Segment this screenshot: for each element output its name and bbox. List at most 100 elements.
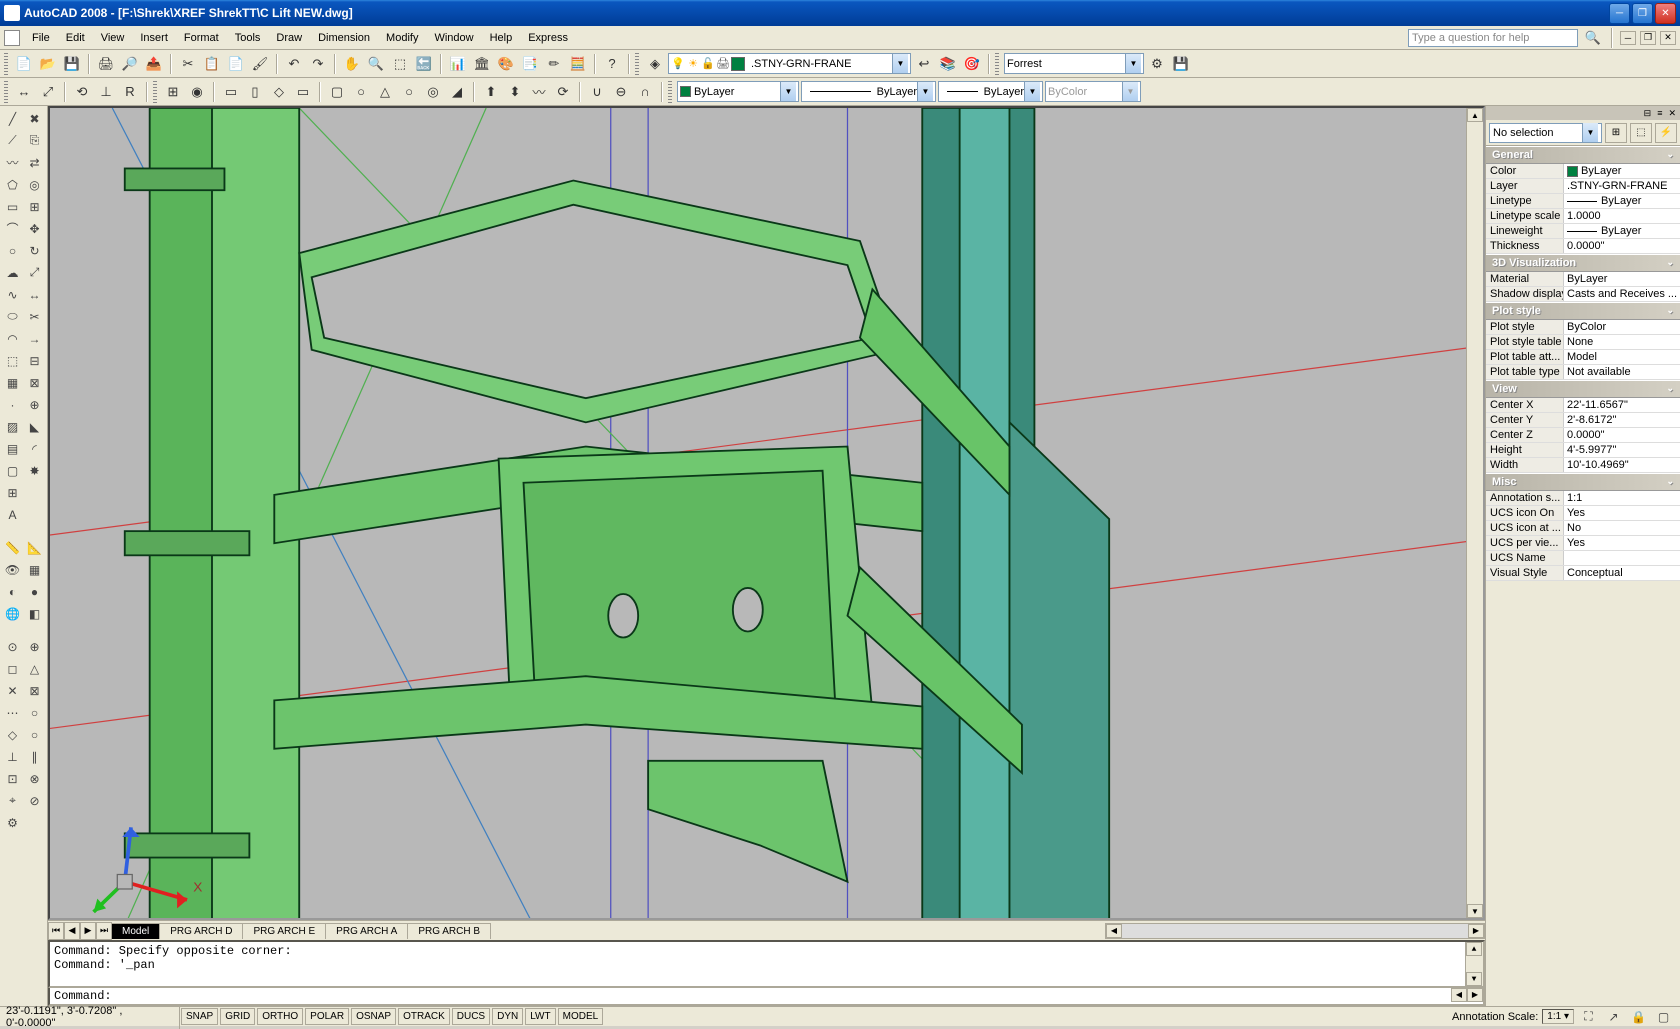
calculator-icon[interactable]: 🧮 [567, 53, 589, 75]
dropdown-arrow-icon[interactable]: ▼ [892, 54, 908, 73]
hatch-icon[interactable]: ▨ [2, 416, 23, 437]
snap-insert-icon[interactable]: ⊡ [2, 768, 23, 789]
close-button[interactable]: ✕ [1655, 3, 1676, 24]
point-icon[interactable]: · [2, 394, 23, 415]
command-window[interactable]: Command: Specify opposite corner: Comman… [48, 940, 1485, 988]
search-icon[interactable]: 🔍 [1582, 27, 1604, 49]
menu-file[interactable]: File [24, 29, 58, 47]
toolbar-grip[interactable] [635, 53, 639, 75]
prop-value-ucsicon[interactable]: Yes [1564, 506, 1680, 520]
scroll-right-icon[interactable]: ▶ [1468, 924, 1484, 938]
otrack-toggle[interactable]: OTRACK [398, 1008, 450, 1025]
toolbar-grip[interactable] [4, 81, 8, 103]
dropdown-arrow-icon[interactable]: ▼ [917, 82, 933, 101]
plotstyle-dropdown[interactable]: ByColor ▼ [1045, 81, 1141, 102]
layout-tab-model[interactable]: Model [112, 923, 160, 939]
prop-value-centerx[interactable]: 22'-11.6567" [1564, 398, 1680, 412]
open-icon[interactable]: 📂 [37, 53, 59, 75]
help-icon[interactable]: ? [601, 53, 623, 75]
properties-icon[interactable]: 📊 [447, 53, 469, 75]
fillet-icon[interactable]: ◜ [24, 438, 45, 459]
scroll-left-icon[interactable]: ◀ [1451, 988, 1467, 1002]
join-icon[interactable]: ⊕ [24, 394, 45, 415]
scroll-up-icon[interactable]: ▲ [1467, 108, 1483, 122]
publish-icon[interactable]: 📤 [143, 53, 165, 75]
prop-value-height[interactable]: 4'-5.9977" [1564, 443, 1680, 457]
chamfer-icon[interactable]: ◣ [24, 416, 45, 437]
copy-object-icon[interactable]: ⎘ [24, 130, 45, 151]
dropdown-arrow-icon[interactable]: ▼ [1582, 123, 1598, 142]
linetype-dropdown[interactable]: ByLayer ▼ [801, 81, 936, 102]
prop-value-plotstyle[interactable]: ByColor [1564, 320, 1680, 334]
snap-none-icon[interactable]: ⊘ [24, 790, 45, 811]
snap-parallel-icon[interactable]: ∥ [24, 746, 45, 767]
prop-value-lineweight[interactable]: ByLayer [1564, 224, 1680, 238]
menu-view[interactable]: View [93, 29, 133, 47]
solid-torus-icon[interactable]: ◎ [422, 81, 444, 103]
snap-center-icon[interactable]: ○ [24, 702, 45, 723]
section-plot-style[interactable]: Plot style⌄ [1486, 302, 1680, 320]
rectangle-icon[interactable]: ▭ [2, 196, 23, 217]
make-block-icon[interactable]: ▦ [2, 372, 23, 393]
menu-help[interactable]: Help [482, 29, 521, 47]
break-icon[interactable]: ⊠ [24, 372, 45, 393]
layout-tab[interactable]: PRG ARCH D [160, 923, 243, 939]
prop-value-plottableatt[interactable]: Model [1564, 350, 1680, 364]
section-misc[interactable]: Misc⌄ [1486, 473, 1680, 491]
ellipse-arc-icon[interactable]: ◠ [2, 328, 23, 349]
sweep-icon[interactable]: 〰 [528, 81, 550, 103]
drawing-viewport[interactable]: X ▲ ▼ [48, 106, 1485, 920]
palette-close-icon[interactable]: ✕ [1668, 108, 1676, 119]
gradient-icon[interactable]: ▤ [2, 438, 23, 459]
osnap-toggle[interactable]: OSNAP [351, 1008, 396, 1025]
table-icon[interactable]: ⊞ [2, 482, 23, 503]
prop-value-plottable[interactable]: None [1564, 335, 1680, 349]
layer-states-icon[interactable]: 📚 [937, 53, 959, 75]
zoom-window-icon[interactable]: ⬚ [389, 53, 411, 75]
dropdown-arrow-icon[interactable]: ▼ [1024, 82, 1040, 101]
quick-select-icon[interactable]: ⚡ [1655, 123, 1677, 143]
command-input-line[interactable]: Command: ◀ ▶ [48, 988, 1485, 1006]
prop-value-centery[interactable]: 2'-8.6172" [1564, 413, 1680, 427]
explode-icon[interactable]: ✸ [24, 460, 45, 481]
view-icon[interactable]: 👁 [2, 559, 23, 580]
coordinates-display[interactable]: 23'-0.1191", 3'-0.7208" , 0'-0.0000" [0, 1005, 180, 1029]
offset-icon[interactable]: ◎ [24, 174, 45, 195]
hide-icon[interactable]: ◐ [2, 581, 23, 602]
tab-next-button[interactable]: ▶ [80, 922, 96, 940]
palette-titlebar[interactable]: ⊟ ≡ ✕ [1486, 106, 1680, 120]
palette-properties-icon[interactable]: ≡ [1657, 108, 1662, 119]
prop-value-shadow[interactable]: Casts and Receives ... [1564, 287, 1680, 301]
ducs-toggle[interactable]: DUCS [452, 1008, 490, 1025]
ellipse-icon[interactable]: ⬭ [2, 306, 23, 327]
menu-modify[interactable]: Modify [378, 29, 426, 47]
prop-value-thickness[interactable]: 0.0000" [1564, 239, 1680, 253]
wireframe-icon[interactable]: ▦ [24, 559, 45, 580]
prop-value-ltscale[interactable]: 1.0000 [1564, 209, 1680, 223]
mdi-close-button[interactable]: ✕ [1660, 31, 1676, 45]
prop-value-layer[interactable]: .STNY-GRN-FRANE [1564, 179, 1680, 193]
layout-tab[interactable]: PRG ARCH A [326, 923, 408, 939]
osnap-settings-icon[interactable]: ⚙ [2, 812, 23, 833]
solid-wedge-icon[interactable]: ◢ [446, 81, 468, 103]
clean-screen-icon[interactable]: ▢ [1653, 1006, 1674, 1027]
visual-style-dropdown[interactable]: Forrest ▼ [1004, 53, 1144, 74]
layer-match-icon[interactable]: 🎯 [961, 53, 983, 75]
plot-icon[interactable]: 🖨 [95, 53, 117, 75]
prop-value-plottabletype[interactable]: Not available [1564, 365, 1680, 379]
ortho-toggle[interactable]: ORTHO [257, 1008, 303, 1025]
snap-node-icon[interactable]: ⊗ [24, 768, 45, 789]
prop-value-linetype[interactable]: ByLayer [1564, 194, 1680, 208]
insert-block-icon[interactable]: ⬚ [2, 350, 23, 371]
paste-icon[interactable]: 📄 [225, 53, 247, 75]
annotation-autoscale-icon[interactable]: ↗ [1603, 1006, 1624, 1027]
prop-value-centerz[interactable]: 0.0000" [1564, 428, 1680, 442]
render-crop-icon[interactable]: ◧ [24, 603, 45, 624]
snap-apparent-icon[interactable]: ⊠ [24, 680, 45, 701]
vertical-scrollbar[interactable]: ▲ ▼ [1466, 108, 1483, 918]
revolve-icon[interactable]: ⟳ [552, 81, 574, 103]
solid-box-icon[interactable]: ▢ [326, 81, 348, 103]
grid-toggle[interactable]: GRID [220, 1008, 255, 1025]
circle-icon[interactable]: ○ [2, 240, 23, 261]
menu-insert[interactable]: Insert [132, 29, 176, 47]
